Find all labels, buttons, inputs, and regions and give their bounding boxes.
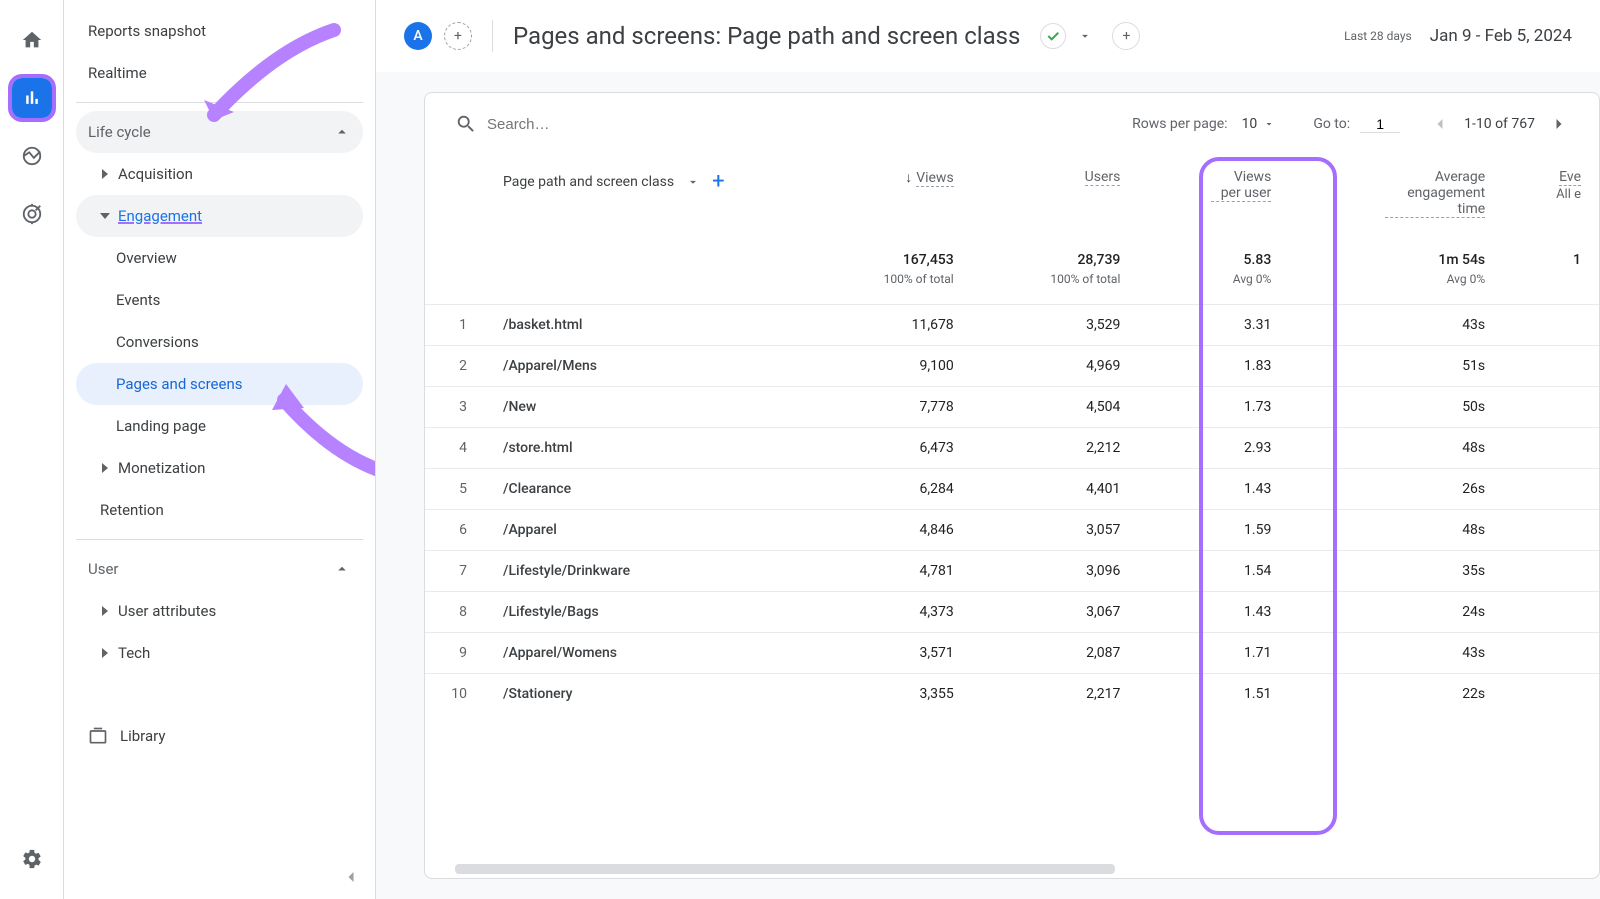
header: A + Pages and screens: Page path and scr… (376, 0, 1600, 72)
nav-engagement[interactable]: Engagement (76, 195, 363, 237)
chevron-right-icon (100, 169, 110, 179)
table-row[interactable]: 2/Apparel/Mens9,1004,9691.8351s (425, 346, 1599, 387)
account-avatar[interactable]: A (404, 22, 432, 50)
icon-rail (0, 0, 64, 899)
date-range-label: Last 28 days (1344, 29, 1412, 43)
nav-monetization[interactable]: Monetization (76, 447, 363, 489)
nav-user-attributes[interactable]: User attributes (76, 590, 363, 632)
prev-page-icon[interactable] (1430, 114, 1450, 134)
col-users[interactable]: Users (972, 155, 1139, 232)
search-input[interactable] (487, 116, 767, 133)
library-icon (88, 726, 108, 746)
col-views[interactable]: ↓Views (805, 155, 972, 232)
reports-icon[interactable] (12, 78, 52, 118)
horizontal-scrollbar[interactable] (455, 864, 1115, 874)
report-card: Rows per page: 10 Go to: 1-10 of 767 (424, 92, 1600, 879)
table-toolbar: Rows per page: 10 Go to: 1-10 of 767 (425, 93, 1599, 155)
collapse-sidebar-icon[interactable] (341, 867, 361, 887)
sidebar: Reports snapshot Realtime Life cycle Acq… (64, 0, 376, 899)
nav-retention[interactable]: Retention (76, 489, 363, 531)
chevron-down-icon (686, 175, 700, 189)
main: A + Pages and screens: Page path and scr… (376, 0, 1600, 899)
chevron-right-icon (100, 648, 110, 658)
chevron-right-icon (100, 606, 110, 616)
nav-section-lifecycle[interactable]: Life cycle (76, 111, 363, 153)
page-title: Pages and screens: Page path and screen … (513, 22, 1020, 50)
add-dimension-icon[interactable]: + (712, 169, 724, 194)
table-row[interactable]: 7/Lifestyle/Drinkware4,7813,0961.5435s (425, 551, 1599, 592)
nav-realtime[interactable]: Realtime (76, 52, 363, 94)
nav-acquisition[interactable]: Acquisition (76, 153, 363, 195)
customize-button[interactable]: + (1112, 22, 1140, 50)
col-avg-engagement-time[interactable]: Average engagement time (1289, 155, 1503, 232)
table-row[interactable]: 10/Stationery3,3552,2171.5122s (425, 674, 1599, 715)
next-page-icon[interactable] (1549, 114, 1569, 134)
chevron-down-icon (1263, 118, 1275, 130)
nav-conversions[interactable]: Conversions (76, 321, 363, 363)
nav-library[interactable]: Library (76, 714, 363, 758)
explore-icon[interactable] (12, 136, 52, 176)
table-row[interactable]: 6/Apparel4,8463,0571.5948s (425, 510, 1599, 551)
pager-info: 1-10 of 767 (1464, 116, 1535, 132)
table-row[interactable]: 3/New7,7784,5041.7350s (425, 387, 1599, 428)
goto-input[interactable] (1360, 116, 1400, 133)
nav-tech[interactable]: Tech (76, 632, 363, 674)
chevron-down-icon[interactable] (1078, 29, 1092, 43)
table-row[interactable]: 1/basket.html11,6783,5293.3143s (425, 305, 1599, 346)
chevron-up-icon (333, 123, 351, 141)
nav-events[interactable]: Events (76, 279, 363, 321)
date-range[interactable]: Jan 9 - Feb 5, 2024 (1430, 26, 1572, 46)
add-comparison-button[interactable]: + (444, 22, 472, 50)
advertising-icon[interactable] (12, 194, 52, 234)
col-event-count[interactable]: EveAll e (1503, 155, 1599, 232)
settings-icon[interactable] (12, 839, 52, 879)
data-table: Page path and screen class + ↓Views User… (425, 155, 1599, 714)
rows-per-page-label: Rows per page: (1132, 116, 1227, 132)
chevron-up-icon (333, 560, 351, 578)
chevron-right-icon (100, 463, 110, 473)
goto-label: Go to: (1313, 116, 1350, 132)
table-row[interactable]: 8/Lifestyle/Bags4,3733,0671.4324s (425, 592, 1599, 633)
nav-pages-and-screens[interactable]: Pages and screens (76, 363, 363, 405)
nav-overview[interactable]: Overview (76, 237, 363, 279)
rows-per-page-select[interactable]: 10 (1238, 116, 1280, 133)
chevron-down-icon (100, 211, 110, 221)
nav-landing-page[interactable]: Landing page (76, 405, 363, 447)
search-icon (455, 113, 477, 135)
dimension-selector[interactable]: Page path and screen class + (503, 169, 787, 194)
verified-badge[interactable] (1040, 23, 1066, 49)
nav-section-user[interactable]: User (76, 548, 363, 590)
table-row[interactable]: 9/Apparel/Womens3,5712,0871.7143s (425, 633, 1599, 674)
nav-reports-snapshot[interactable]: Reports snapshot (76, 10, 363, 52)
table-row[interactable]: 5/Clearance6,2844,4011.4326s (425, 469, 1599, 510)
home-icon[interactable] (12, 20, 52, 60)
table-row[interactable]: 4/store.html6,4732,2122.9348s (425, 428, 1599, 469)
col-views-per-user[interactable]: Views per user (1138, 155, 1289, 232)
